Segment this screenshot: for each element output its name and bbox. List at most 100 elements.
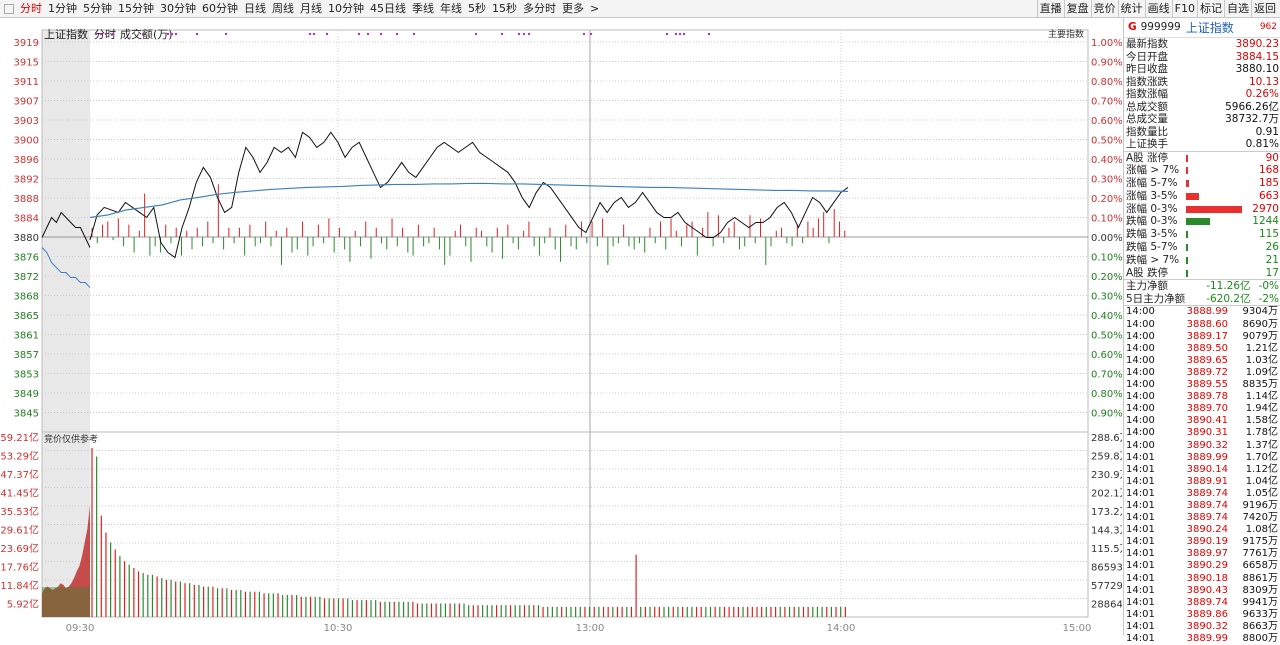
volume-right-tick-label: 173.2万	[1091, 507, 1122, 518]
tab-7[interactable]: 周线	[269, 0, 297, 17]
price-tick-label: 3876	[14, 253, 39, 264]
event-marker	[112, 33, 114, 35]
toolbar-button-3[interactable]: 统计	[1117, 0, 1145, 17]
tick-price: 3890.41	[1186, 415, 1228, 427]
intraday-chart[interactable]: 3919 1.00% 3915 0.90% 3911 0.80% 3907 0.70% 3903…	[0, 17, 1129, 635]
tick-price: 3888.99	[1186, 306, 1228, 318]
tab-1[interactable]: 1分钟	[45, 0, 80, 17]
pct-tick-label: 0.80%	[1091, 389, 1122, 400]
event-marker	[475, 33, 477, 35]
stat-label: 总成交量	[1126, 113, 1168, 125]
tick-volume: 8663万	[1242, 620, 1278, 632]
price-tick-label: 3868	[14, 292, 39, 303]
tick-row: 14:00 3889.50 1.21亿	[1124, 343, 1280, 355]
tick-time: 14:00	[1126, 366, 1155, 378]
main-force-pct: -0%	[1258, 280, 1279, 293]
more-arrow-icon[interactable]: >	[587, 0, 602, 17]
breadth-count: 115	[1258, 228, 1279, 241]
tab-11[interactable]: 季线	[409, 0, 437, 17]
main-force-label: 5日主力净额	[1126, 292, 1186, 305]
tab-10[interactable]: 45日线	[367, 0, 409, 17]
toolbar-button-4[interactable]: 画线	[1144, 0, 1172, 17]
toolbar-button-2[interactable]: 竞价	[1090, 0, 1118, 17]
tick-row: 14:00 3889.70 1.94亿	[1124, 403, 1280, 415]
tick-volume: 8690万	[1242, 318, 1278, 330]
tick-row: 14:01 3890.29 6658万	[1124, 560, 1280, 572]
toolbar-button-1[interactable]: 复盘	[1063, 0, 1091, 17]
tab-8[interactable]: 月线	[297, 0, 325, 17]
tick-time: 14:00	[1126, 318, 1155, 330]
breadth-label: 跌幅 0-3%	[1126, 215, 1178, 228]
tick-price: 3890.19	[1186, 536, 1228, 548]
tab-0[interactable]: 分时	[17, 0, 45, 17]
tick-list[interactable]: 14:00 3888.99 9304万 14:00 3888.60 8690万 14:00 3…	[1124, 305, 1280, 645]
tab-14[interactable]: 15秒	[489, 0, 520, 17]
breadth-row: 涨幅 0-3% 2970	[1124, 203, 1280, 216]
price-tick-label: 3907	[14, 97, 39, 108]
stat-label: 上证换手	[1126, 138, 1168, 150]
stat-value: 10.13	[1248, 75, 1279, 88]
tab-15[interactable]: 多分时	[520, 0, 559, 17]
event-marker	[105, 33, 107, 35]
tick-time: 14:01	[1126, 596, 1155, 608]
quote-panel: G 999999 上证指数 962 最新指数 3890.23 今日开盘 3884.15…	[1123, 17, 1280, 644]
price-tick-label: 3919	[14, 38, 39, 49]
tab-4[interactable]: 30分钟	[157, 0, 199, 17]
toolbar-button-0[interactable]: 直播	[1036, 0, 1064, 17]
stat-value: 5966.26亿	[1225, 100, 1279, 113]
chart-canvas[interactable]: 3919 1.00% 3915 0.90% 3911 0.80% 3907 0.70% 3903…	[0, 17, 1129, 635]
pct-tick-label: 0.20%	[1091, 194, 1122, 205]
toolbar-toggle-icon[interactable]	[4, 3, 14, 14]
tick-volume: 6658万	[1242, 560, 1278, 572]
event-marker	[142, 33, 144, 35]
breadth-bar	[1186, 192, 1199, 200]
tick-row: 14:00 3888.60 8690万	[1124, 319, 1280, 331]
price-tick-label: 3880	[14, 233, 39, 244]
tick-row: 14:00 3889.78 1.14亿	[1124, 391, 1280, 403]
toolbar-button-7[interactable]: 自选	[1224, 0, 1251, 17]
chart-header-item: 成交额(万)	[120, 27, 173, 41]
tick-price: 3889.72	[1186, 366, 1228, 378]
tab-12[interactable]: 年线	[437, 0, 465, 17]
tick-time: 14:00	[1126, 354, 1155, 366]
event-marker	[313, 33, 315, 35]
stat-label: 指数涨跌	[1126, 75, 1168, 88]
tick-price: 3889.17	[1186, 330, 1228, 342]
tick-volume: 1.21亿	[1245, 342, 1278, 354]
volume-right-tick-label: 865937	[1091, 563, 1122, 574]
toolbar-button-6[interactable]: 标记	[1197, 0, 1224, 17]
tab-6[interactable]: 日线	[241, 0, 269, 17]
tick-row: 14:01 3889.97 7761万	[1124, 548, 1280, 560]
price-tick-label: 3900	[14, 136, 39, 147]
tab-9[interactable]: 10分钟	[325, 0, 367, 17]
period-tabs: 分时 1分钟 5分钟 15分钟 30分钟 60分钟 日线 周线 月线 10分钟 45日线 季线 年线 5秒…	[0, 0, 602, 17]
breadth-count: 26	[1265, 241, 1279, 254]
toolbar-button-8[interactable]: 返回	[1251, 0, 1278, 17]
tick-price: 3890.24	[1186, 524, 1228, 536]
tick-time: 14:01	[1126, 463, 1155, 475]
pct-tick-label: 0.50%	[1091, 331, 1122, 342]
tick-row: 14:01 3889.74 9196万	[1124, 500, 1280, 512]
tick-row: 14:01 3890.19 9175万	[1124, 536, 1280, 548]
volume-right-tick-label: 288646	[1091, 600, 1122, 611]
tick-volume: 9941万	[1242, 596, 1278, 608]
tick-volume: 8861万	[1242, 572, 1278, 584]
breadth-label: A股 涨停	[1126, 151, 1169, 164]
tick-row: 14:00 3890.41 1.58亿	[1124, 415, 1280, 427]
tab-2[interactable]: 5分钟	[80, 0, 115, 17]
stat-value: 3884.15	[1235, 50, 1279, 63]
tick-price: 3889.50	[1186, 342, 1228, 354]
tab-5[interactable]: 60分钟	[199, 0, 241, 17]
pct-tick-label: 0.30%	[1091, 175, 1122, 186]
pct-tick-label: 1.00%	[1091, 38, 1122, 49]
tick-volume: 7761万	[1242, 548, 1278, 560]
index-name[interactable]: 上证指数	[1186, 19, 1234, 36]
toolbar-button-5[interactable]: F10	[1171, 0, 1197, 17]
tab-13[interactable]: 5秒	[465, 0, 489, 17]
stat-label: 指数量比	[1126, 125, 1168, 138]
tab-16[interactable]: 更多	[559, 0, 587, 17]
tick-time: 14:01	[1126, 560, 1155, 572]
pct-tick-label: 0.60%	[1091, 350, 1122, 361]
price-tick-label: 3865	[14, 311, 39, 322]
tab-3[interactable]: 15分钟	[115, 0, 157, 17]
